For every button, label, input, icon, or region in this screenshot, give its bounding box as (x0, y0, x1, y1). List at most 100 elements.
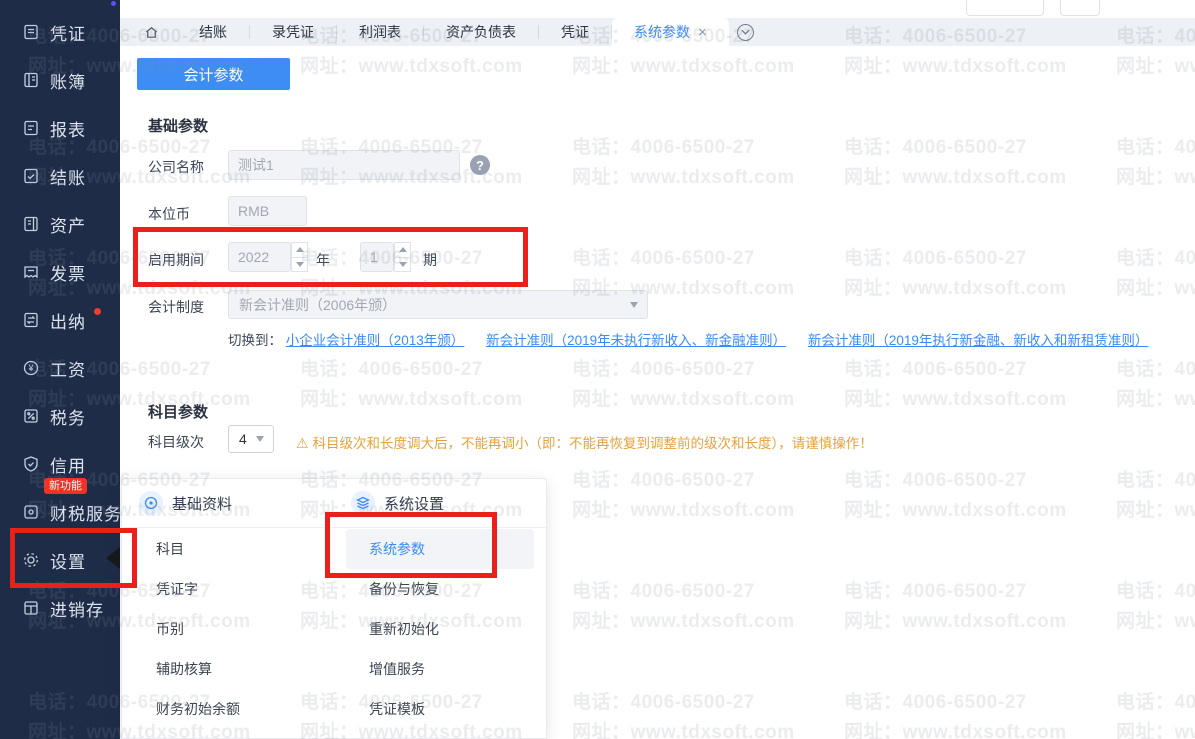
sidebar-item-label: 出纳 (50, 308, 86, 333)
select-caret-icon (630, 302, 638, 308)
subject-level-select[interactable]: 4 (228, 425, 274, 453)
tab-income-statement[interactable]: 利润表 (337, 18, 423, 46)
basic-data-title: 基础资料 (172, 493, 232, 514)
enable-year-input[interactable] (228, 242, 291, 272)
sidebar-item-settings[interactable]: 设置 (0, 536, 120, 584)
help-icon[interactable]: ? (470, 155, 490, 175)
subject-params-section-title: 科目参数 (148, 401, 208, 422)
cashier-icon (22, 311, 40, 329)
switch-link-new-standard-2019-a[interactable]: 新会计准则（2019年未执行新收入、新金融准则） (486, 333, 786, 348)
invoice-icon (22, 263, 40, 281)
sidebar-item-report[interactable]: 报表 (0, 104, 120, 152)
sidebar-item-label: 进销存 (50, 596, 104, 621)
assets-icon (22, 215, 40, 233)
menu-item-currency[interactable]: 币别 (156, 617, 184, 641)
basic-data-group-header: 基础资料 (139, 491, 232, 515)
tab-system-params-active[interactable]: 系统参数 × (612, 18, 729, 46)
menu-item-backup-restore[interactable]: 备份与恢复 (369, 577, 439, 601)
tab-overflow-button[interactable] (737, 24, 754, 41)
cashier-notification-dot (94, 308, 101, 315)
accounting-standard-select[interactable]: 新会计准则（2006年颁） (228, 290, 648, 319)
subject-level-value: 4 (239, 431, 247, 447)
subject-level-warning: ⚠ 科目级次和长度调大后，不能再调小（即：不能再恢复到调整前的级次和长度），请谨慎… (296, 432, 873, 452)
warning-icon: ⚠ (296, 435, 309, 451)
sidebar-item-closing[interactable]: 结账 (0, 152, 120, 200)
sidebar-item-label: 报表 (50, 116, 86, 141)
menu-item-voucher-word[interactable]: 凭证字 (156, 577, 198, 601)
sidebar-item-label: 结账 (50, 164, 86, 189)
tab-bar: 结账 录凭证 利润表 资产负债表 凭证 系统参数 × (120, 18, 1195, 46)
cutoff-toolbar-button-2[interactable] (1060, 0, 1100, 16)
sidebar-item-label: 工资 (50, 356, 86, 381)
menu-item-system-params[interactable]: 系统参数 (369, 537, 425, 561)
base-currency-input[interactable] (228, 196, 307, 226)
finance-tax-service-icon (22, 503, 40, 521)
sidebar: 凭证 账簿 报表 结账 资产 发票 (0, 0, 120, 739)
menu-item-voucher-template[interactable]: 凭证模板 (369, 697, 425, 721)
switch-to-label: 切换到： (228, 333, 282, 348)
sidebar-item-assets[interactable]: 资产 (0, 200, 120, 248)
menu-item-initial-balance[interactable]: 财务初始余额 (156, 697, 240, 721)
cutoff-toolbar-button[interactable] (966, 0, 1044, 16)
switch-to-row: 切换到： 小企业会计准则（2013年颁） 新会计准则（2019年未执行新收入、新… (228, 329, 1166, 349)
period-spin-up-button[interactable] (394, 242, 411, 258)
tab-voucher-entry[interactable]: 录凭证 (250, 18, 336, 46)
sidebar-item-label: 设置 (50, 548, 86, 573)
top-strip (0, 0, 1195, 18)
sidebar-item-label: 凭证 (50, 20, 86, 45)
sidebar-item-inventory[interactable]: 进销存 (0, 584, 120, 632)
home-icon (144, 25, 159, 40)
sidebar-item-label: 资产 (50, 212, 86, 237)
close-tab-icon[interactable]: × (698, 25, 707, 40)
subject-level-label: 科目级次 (148, 432, 204, 452)
company-name-input[interactable] (228, 150, 460, 180)
settings-flyout-arrow (106, 547, 120, 569)
system-settings-group-header: 系统设置 (351, 491, 444, 515)
base-currency-label: 本位币 (148, 204, 190, 224)
switch-link-new-standard-2019-b[interactable]: 新会计准则（2019年执行新金融、新收入和新租赁准则） (808, 333, 1149, 348)
settings-flyout-menu: 基础资料 系统设置 科目 凭证字 币别 辅助核算 财务初始余额 系统参数 备份与… (121, 478, 547, 739)
svg-text:¥: ¥ (27, 363, 34, 373)
chevron-down-icon (741, 29, 750, 35)
tax-icon (22, 407, 40, 425)
home-tab-button[interactable] (144, 25, 159, 40)
sidebar-item-label: 信用 (50, 452, 86, 477)
warning-text: 科目级次和长度调大后，不能再调小（即：不能再恢复到调整前的级次和长度），请谨慎操… (313, 436, 873, 451)
year-spinner (291, 242, 308, 272)
ledger-icon (22, 71, 40, 89)
sidebar-item-ledger[interactable]: 账簿 (0, 56, 120, 104)
company-name-label: 公司名称 (148, 157, 204, 177)
sidebar-item-invoice[interactable]: 发票 (0, 248, 120, 296)
menu-item-auxiliary-accounting[interactable]: 辅助核算 (156, 657, 212, 681)
sidebar-item-cashier[interactable]: 出纳 (0, 296, 120, 344)
menu-item-reinitialize[interactable]: 重新初始化 (369, 617, 439, 641)
system-settings-icon (351, 491, 375, 515)
menu-item-subjects[interactable]: 科目 (156, 537, 184, 561)
sidebar-item-voucher[interactable]: 凭证 (0, 8, 120, 56)
year-spin-up-button[interactable] (291, 242, 308, 258)
sidebar-item-finance-tax-service[interactable]: 新功能 财税服务 (0, 488, 120, 536)
basic-params-section-title: 基础参数 (148, 115, 208, 136)
year-spin-down-button[interactable] (291, 258, 308, 273)
switch-link-small-enterprise-2013[interactable]: 小企业会计准则（2013年颁） (286, 333, 465, 348)
enable-period-input[interactable] (360, 242, 394, 272)
basic-data-icon (139, 491, 163, 515)
salary-icon: ¥ (22, 359, 40, 377)
sidebar-item-label: 财税服务 (50, 500, 122, 525)
period-spin-down-button[interactable] (394, 258, 411, 273)
tab-balance-sheet[interactable]: 资产负债表 (424, 18, 538, 46)
report-icon (22, 119, 40, 137)
tab-voucher[interactable]: 凭证 (539, 18, 611, 46)
sidebar-item-label: 税务 (50, 404, 86, 429)
accounting-params-tab-button[interactable]: 会计参数 (137, 58, 290, 90)
year-unit-label: 年 (316, 250, 330, 270)
new-feature-badge: 新功能 (44, 478, 87, 494)
tab-closing[interactable]: 结账 (177, 18, 249, 46)
sidebar-notification-dot (111, 1, 116, 6)
sidebar-item-salary[interactable]: ¥ 工资 (0, 344, 120, 392)
accounting-standard-label: 会计制度 (148, 297, 204, 317)
menu-item-value-added-services[interactable]: 增值服务 (369, 657, 425, 681)
select-caret-icon (256, 436, 264, 442)
popup-divider (122, 527, 546, 528)
sidebar-item-tax[interactable]: 税务 (0, 392, 120, 440)
